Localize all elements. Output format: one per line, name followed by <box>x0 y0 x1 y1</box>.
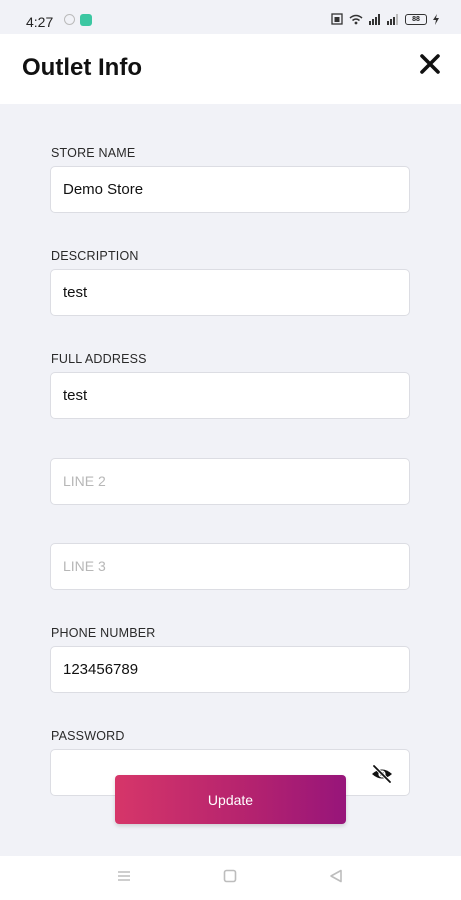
system-nav-bar <box>0 856 461 900</box>
status-time: 4:27 <box>26 14 54 30</box>
header: Outlet Info <box>0 34 461 104</box>
update-button[interactable]: Update <box>115 775 346 824</box>
signal-icon <box>369 13 380 25</box>
status-bar: 4:27 88 <box>0 0 461 34</box>
phone-number-label: PHONE NUMBER <box>51 626 156 640</box>
battery-icon: 88 <box>405 13 427 25</box>
description-input[interactable] <box>50 269 410 316</box>
eye-off-icon[interactable] <box>371 764 393 784</box>
full-address-input[interactable] <box>50 372 410 419</box>
store-name-input[interactable] <box>50 166 410 213</box>
full-address-label: FULL ADDRESS <box>51 352 147 366</box>
menu-icon[interactable] <box>117 869 131 883</box>
store-name-label: STORE NAME <box>51 146 136 160</box>
home-icon[interactable] <box>223 869 237 883</box>
description-label: DESCRIPTION <box>51 249 139 263</box>
sim-icon <box>331 13 343 25</box>
notification-icon <box>64 14 75 25</box>
password-label: PASSWORD <box>51 729 125 743</box>
signal-icon-2 <box>387 13 398 25</box>
wifi-icon <box>349 14 363 24</box>
page-title: Outlet Info <box>22 54 142 81</box>
phone-number-input[interactable] <box>50 646 410 693</box>
address-line3-input[interactable] <box>50 543 410 590</box>
close-icon[interactable] <box>417 51 443 77</box>
address-line2-input[interactable] <box>50 458 410 505</box>
charging-icon <box>433 13 439 25</box>
back-icon[interactable] <box>329 869 343 883</box>
app-notification-icon <box>80 14 92 26</box>
